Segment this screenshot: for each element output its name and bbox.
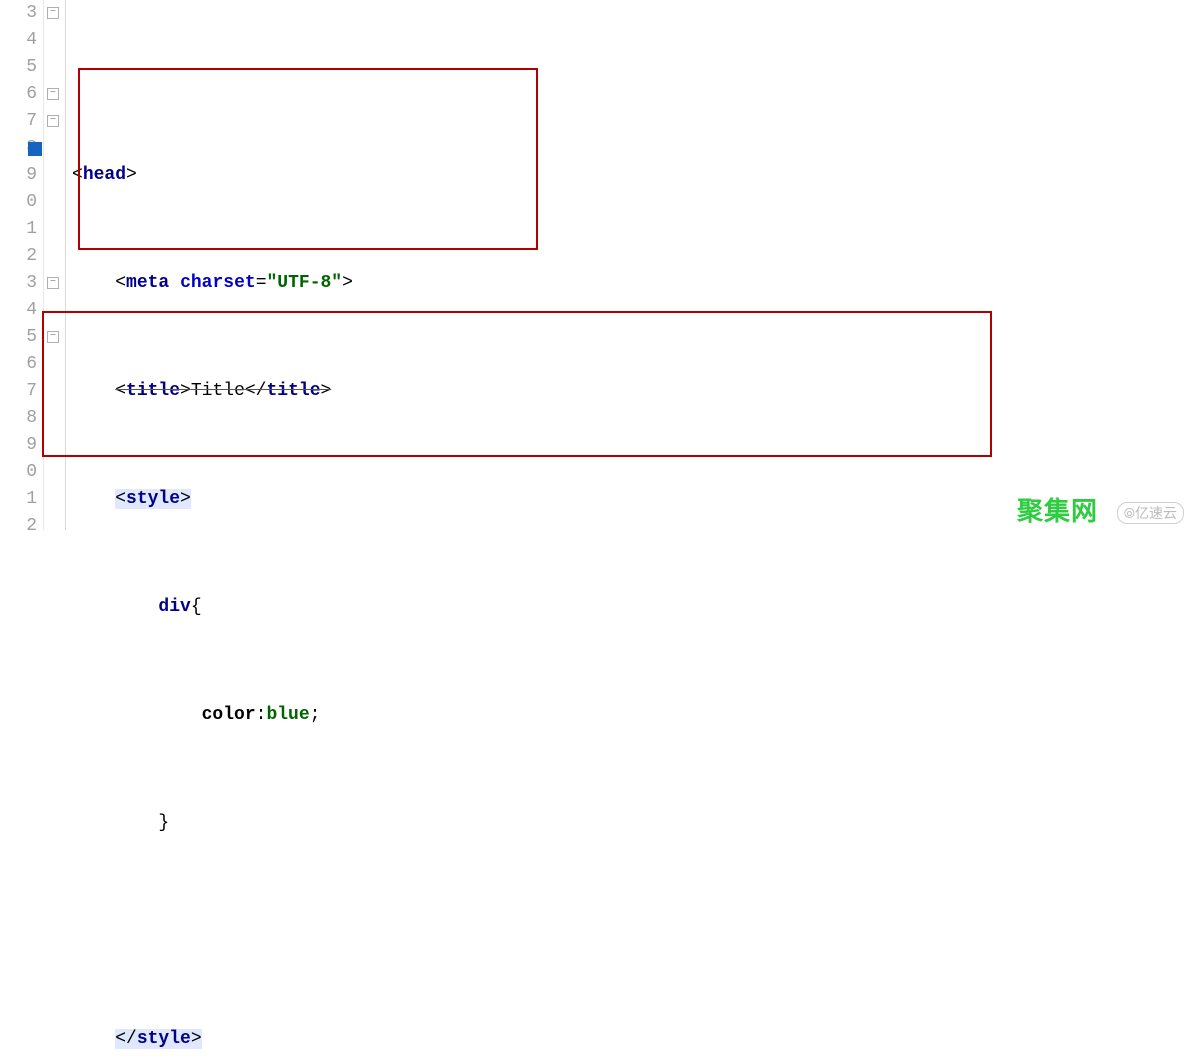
fold-column: − − − − − [44, 0, 66, 530]
line-number: 5 [0, 54, 37, 81]
code-line[interactable]: div{ [66, 594, 1188, 621]
line-number: 9 [0, 432, 37, 459]
line-number: 6 [0, 351, 37, 378]
code-line[interactable] [66, 918, 1188, 945]
line-number: 9 [0, 162, 37, 189]
line-number: 0 [0, 189, 37, 216]
fold-marker-icon[interactable]: − [47, 277, 59, 289]
code-line[interactable]: color:blue; [66, 702, 1188, 729]
line-number-gutter: 3 4 5 6 7 8 9 0 1 2 3 4 5 6 7 8 9 0 1 2 [0, 0, 44, 530]
annotation-box [78, 68, 538, 250]
code-line[interactable]: </style> [66, 1026, 1188, 1053]
line-number: 0 [0, 459, 37, 486]
line-number: 8 [0, 405, 37, 432]
line-number: 5 [0, 324, 37, 351]
breakpoint-icon[interactable] [28, 142, 42, 156]
line-number: 2 [0, 243, 37, 270]
code-line[interactable]: <title>Title</title> [66, 378, 1188, 405]
line-number: 7 [0, 378, 37, 405]
line-number: 6 [0, 81, 37, 108]
line-number: 3 [0, 270, 37, 297]
fold-marker-icon[interactable]: − [47, 331, 59, 343]
code-line[interactable]: } [66, 810, 1188, 837]
line-number: 3 [0, 0, 37, 27]
code-area[interactable]: <head> <meta charset="UTF-8"> <title>Tit… [66, 0, 1188, 530]
code-line[interactable]: <meta charset="UTF-8"> [66, 270, 1188, 297]
line-number: 4 [0, 297, 37, 324]
fold-marker-icon[interactable]: − [47, 88, 59, 100]
line-number: 7 [0, 108, 37, 135]
watermark-badge: ⦾亿速云 [1117, 502, 1184, 524]
line-number: 2 [0, 513, 37, 540]
fold-marker-icon[interactable]: − [47, 7, 59, 19]
fold-marker-icon[interactable]: − [47, 115, 59, 127]
line-number: 1 [0, 216, 37, 243]
watermark-text: 聚集网 [1017, 491, 1098, 528]
line-number: 4 [0, 27, 37, 54]
code-editor: 3 4 5 6 7 8 9 0 1 2 3 4 5 6 7 8 9 0 1 2 … [0, 0, 1188, 530]
code-line[interactable]: <head> [66, 162, 1188, 189]
cloud-icon: ⦾ [1124, 505, 1135, 521]
line-number: 1 [0, 486, 37, 513]
